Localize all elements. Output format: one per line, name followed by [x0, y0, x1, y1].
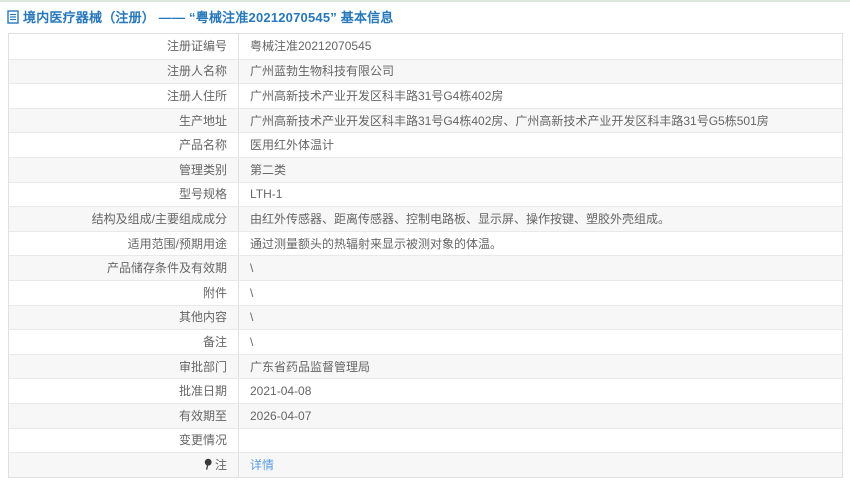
row-value: 2026-04-07 [250, 409, 312, 422]
row-label-text: 产品储存条件及有效期 [106, 261, 227, 276]
row-value: 详情 [239, 459, 842, 471]
row-label-text: 注册人住所 [166, 88, 227, 103]
row-label-text: 型号规格 [178, 187, 227, 202]
row-label: 管理类别 [9, 157, 239, 182]
table-row: 批准日期 2021-04-08 [9, 378, 842, 403]
row-label: 备注 [9, 330, 239, 354]
row-label-text: 结构及组成/主要组成成分 [91, 211, 227, 226]
table-row: 备注 \ [9, 329, 842, 354]
row-label-text: 附件 [202, 285, 227, 300]
row-value: 广州高新技术产业开发区科丰路31号G4栋402房、广州高新技术产业开发区科丰路3… [250, 114, 769, 127]
row-label: 结构及组成/主要组成成分 [9, 207, 239, 231]
table-row: 型号规格 LTH-1 [9, 181, 842, 207]
table-row: 附件 \ [9, 279, 842, 305]
row-label: 变更情况 [9, 428, 239, 453]
row-label: 生产地址 [9, 108, 239, 133]
row-value: 广东省药品监督管理局 [250, 360, 371, 373]
row-value: \ [250, 286, 254, 299]
row-label: 其他内容 [9, 305, 239, 330]
row-value: 通过测量额头的热辐射来显示被测对象的体温。 [250, 237, 503, 250]
row-label-text: 适用范围/预期用途 [127, 236, 227, 251]
row-value: \ [250, 311, 254, 324]
row-label-text: 审批部门 [178, 359, 227, 374]
row-label-text: 注 [214, 457, 227, 472]
row-label: 审批部门 [9, 354, 239, 379]
pin-icon [203, 458, 213, 471]
table-row: 其他内容 \ [9, 304, 842, 330]
row-label: 附件 [9, 280, 239, 305]
table-row: 有效期至 2026-04-07 [9, 402, 842, 428]
row-value: LTH-1 [250, 188, 283, 201]
table-row: 产品名称 医用红外体温计 [9, 132, 842, 157]
table-row: 注 详情 [9, 452, 842, 477]
row-value: \ [250, 335, 254, 348]
device-registration-page: 境内医疗器械（注册） —— “粤械注准20212070545” 基本信息 注册证… [0, 0, 850, 483]
table-row: 结构及组成/主要组成成分 由红外传感器、距离传感器、控制电路板、显示屏、操作按键、… [9, 206, 842, 231]
table-row: 注册证编号 粤械注准20212070545 [9, 34, 842, 59]
row-label: 适用范围/预期用途 [9, 231, 239, 256]
table-row: 产品储存条件及有效期 \ [9, 255, 842, 280]
row-label: 注册人名称 [9, 59, 239, 84]
row-value: 由红外传感器、距离传感器、控制电路板、显示屏、操作按键、塑胶外壳组成。 [250, 212, 671, 225]
row-label: 注册证编号 [9, 34, 239, 59]
row-value: 广州高新技术产业开发区科丰路31号G4栋402房 [250, 89, 504, 102]
row-label-text: 其他内容 [178, 310, 227, 325]
row-value: 第二类 [250, 163, 287, 176]
document-icon [7, 9, 19, 24]
row-label-text: 批准日期 [178, 384, 227, 399]
detail-link[interactable]: 详情 [250, 459, 274, 471]
table-row: 注册人住所 广州高新技术产业开发区科丰路31号G4栋402房 [9, 83, 842, 108]
row-label: 产品储存条件及有效期 [9, 256, 239, 280]
row-label: 产品名称 [9, 133, 239, 157]
table-row: 审批部门 广东省药品监督管理局 [9, 353, 842, 379]
row-label-text: 注册人名称 [166, 64, 227, 79]
row-label: 有效期至 [9, 403, 239, 428]
page-top-border [0, 0, 850, 2]
row-label-text: 注册证编号 [166, 39, 227, 54]
row-label-text: 备注 [202, 334, 227, 349]
table-row: 管理类别 第二类 [9, 156, 842, 182]
row-value: 广州蓝勃生物科技有限公司 [250, 65, 395, 78]
table-row: 注册人名称 广州蓝勃生物科技有限公司 [9, 58, 842, 84]
row-label-text: 产品名称 [178, 138, 227, 153]
row-value: 2021-04-08 [250, 385, 312, 398]
row-label-text: 生产地址 [178, 113, 227, 128]
table-row: 生产地址 广州高新技术产业开发区科丰路31号G4栋402房、广州高新技术产业开发区… [9, 107, 842, 133]
row-label-text: 有效期至 [178, 408, 227, 423]
info-table: 注册证编号 粤械注准20212070545 注册人名称 广州蓝勃生物科技有限公司 注册人… [8, 33, 843, 478]
row-label-text: 管理类别 [178, 162, 227, 177]
row-label: 注册人住所 [9, 84, 239, 108]
row-label: 型号规格 [9, 182, 239, 207]
page-header: 境内医疗器械（注册） —— “粤械注准20212070545” 基本信息 [7, 7, 394, 26]
row-label: 批准日期 [9, 379, 239, 403]
page-title: 境内医疗器械（注册） —— “粤械注准20212070545” 基本信息 [23, 10, 394, 25]
row-value: 医用红外体温计 [250, 139, 335, 152]
row-label-text: 变更情况 [178, 433, 227, 448]
row-value: 粤械注准20212070545 [250, 40, 372, 53]
table-row: 变更情况 [9, 427, 842, 453]
table-row: 适用范围/预期用途 通过测量额头的热辐射来显示被测对象的体温。 [9, 230, 842, 256]
row-label: 注 [9, 453, 239, 477]
row-value: \ [250, 262, 254, 275]
